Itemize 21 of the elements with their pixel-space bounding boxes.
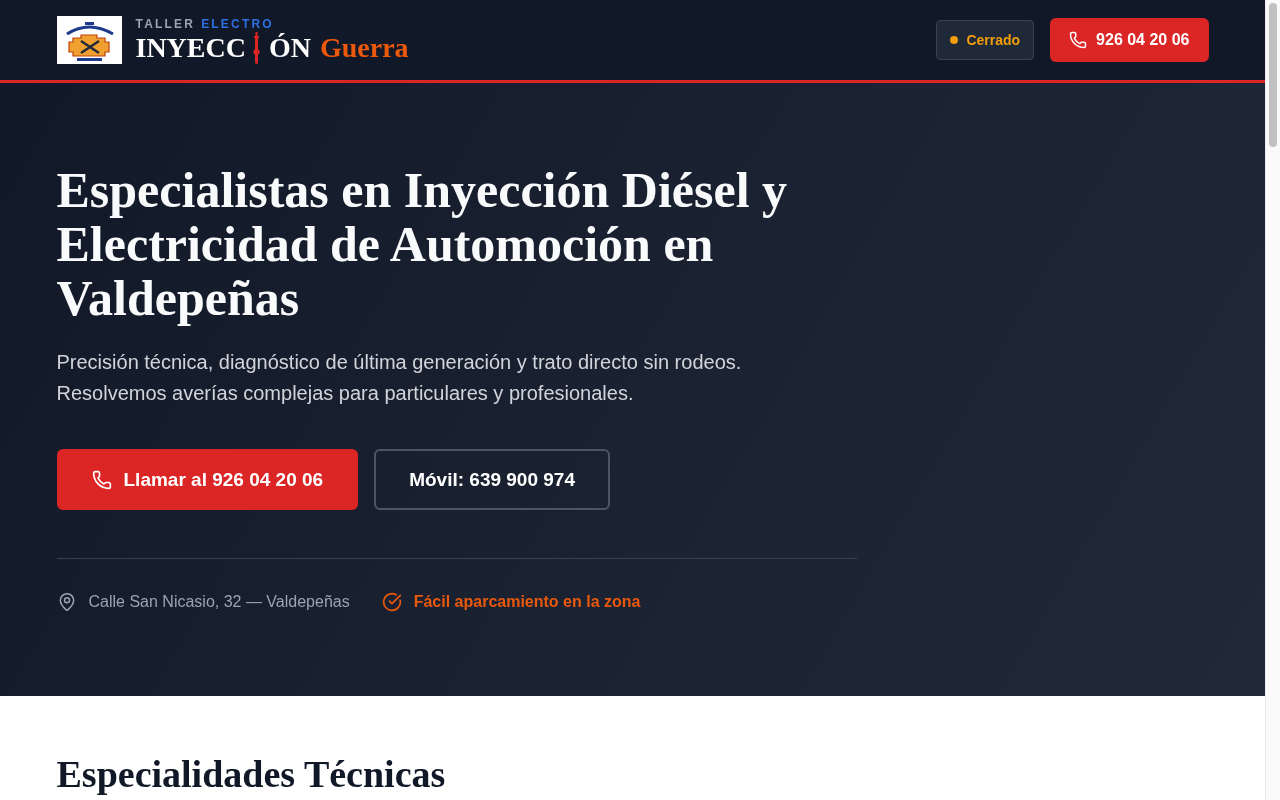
brand-tagline: ELECTRO xyxy=(201,16,274,31)
hero-title: Especialistas en Inyección Diésel y Electricidad de Automoción en Valdepeñas xyxy=(56,163,789,325)
call-button[interactable]: Llamar al 926 04 20 06 xyxy=(56,449,359,510)
injector-icon xyxy=(251,31,261,64)
engine-logo-icon xyxy=(56,16,122,64)
scrollbar-thumb[interactable] xyxy=(1269,3,1277,147)
mobile-button[interactable]: Móvil: 639 900 974 xyxy=(374,449,610,510)
phone-icon xyxy=(91,469,112,490)
scrollbar[interactable] xyxy=(1265,0,1280,800)
section-title: Especialidades Técnicas xyxy=(56,752,447,796)
phone-icon xyxy=(1069,31,1088,49)
address-text: Calle San Nicasio, 32 — Valdepeñas xyxy=(88,592,350,612)
brand-tagline: TALLER xyxy=(135,16,196,31)
brand-name: INYECC xyxy=(135,31,246,64)
brand-name: ÓN xyxy=(268,31,311,64)
hero-subtitle: Precisión técnica, diagnóstico de última generación y trato directo sin rodeos. Resolvemos averías complejas para particulares y profesionales. xyxy=(56,350,743,406)
phone-button[interactable]: 926 04 20 06 xyxy=(1050,18,1209,62)
parking-note: Fácil aparcamiento en la zona xyxy=(413,592,641,612)
brand-surname: Guerra xyxy=(319,31,409,64)
check-circle-icon xyxy=(381,592,402,612)
status-badge: Cerrado xyxy=(936,20,1035,60)
